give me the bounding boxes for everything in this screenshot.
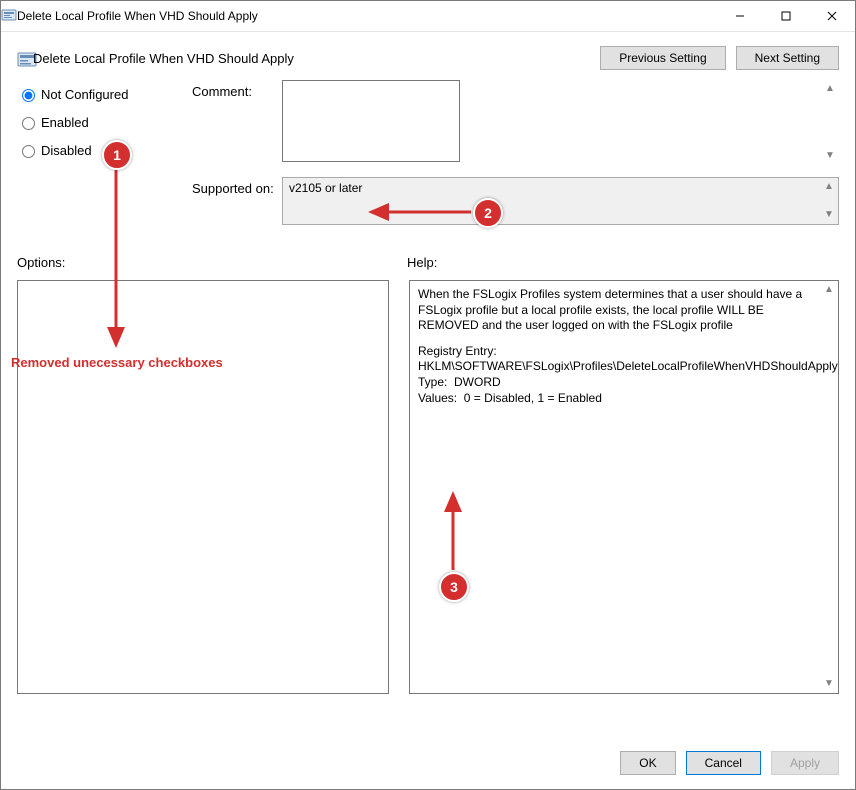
radio-not-configured[interactable]: Not Configured <box>17 86 192 102</box>
close-button[interactable] <box>809 1 855 31</box>
help-paragraph-1: When the FSLogix Profiles system determi… <box>418 287 816 334</box>
radio-enabled-input[interactable] <box>22 117 35 130</box>
help-paragraph-2: Registry Entry: HKLM\SOFTWARE\FSLogix\Pr… <box>418 344 816 406</box>
radio-disabled-label: Disabled <box>41 143 92 158</box>
header: Delete Local Profile When VHD Should App… <box>1 32 855 80</box>
comment-textarea[interactable] <box>282 80 460 162</box>
cancel-button[interactable]: Cancel <box>686 751 761 775</box>
supported-on-label: Supported on: <box>192 177 282 196</box>
comment-label: Comment: <box>192 80 282 99</box>
options-label: Options: <box>17 255 407 270</box>
minimize-button[interactable] <box>717 1 763 31</box>
policy-title: Delete Local Profile When VHD Should App… <box>33 51 590 66</box>
apply-button[interactable]: Apply <box>771 751 839 775</box>
body: Not Configured Enabled Disabled Comment:… <box>1 80 855 737</box>
radio-not-configured-label: Not Configured <box>41 87 128 102</box>
scroll-down-icon: ▼ <box>822 677 836 691</box>
supported-on-value: v2105 or later ▲ ▼ <box>282 177 839 225</box>
supported-on-text: v2105 or later <box>289 181 362 195</box>
radio-enabled[interactable]: Enabled <box>17 114 192 130</box>
scroll-up-icon: ▲ <box>823 82 837 96</box>
callout-1: 1 <box>102 140 132 170</box>
policy-editor-window: Delete Local Profile When VHD Should App… <box>0 0 856 790</box>
next-setting-button[interactable]: Next Setting <box>736 46 839 70</box>
gp-title-icon <box>1 8 17 24</box>
scroll-down-icon: ▼ <box>823 149 837 163</box>
gp-header-icon <box>17 50 33 66</box>
maximize-button[interactable] <box>763 1 809 31</box>
annotation-removed-text: Removed unecessary checkboxes <box>11 355 223 370</box>
ok-button[interactable]: OK <box>620 751 675 775</box>
help-label: Help: <box>407 255 839 270</box>
window-title: Delete Local Profile When VHD Should App… <box>17 9 717 23</box>
scroll-up-icon: ▲ <box>822 180 836 194</box>
radio-enabled-label: Enabled <box>41 115 89 130</box>
scroll-up-icon: ▲ <box>822 283 836 297</box>
previous-setting-button[interactable]: Previous Setting <box>600 46 725 70</box>
radio-disabled-input[interactable] <box>22 145 35 158</box>
titlebar: Delete Local Profile When VHD Should App… <box>1 1 855 32</box>
footer: OK Cancel Apply <box>1 737 855 789</box>
radio-not-configured-input[interactable] <box>22 89 35 102</box>
callout-2: 2 <box>473 198 503 228</box>
callout-3: 3 <box>439 572 469 602</box>
scroll-down-icon: ▼ <box>822 208 836 222</box>
help-box: When the FSLogix Profiles system determi… <box>409 280 839 694</box>
options-box <box>17 280 389 694</box>
